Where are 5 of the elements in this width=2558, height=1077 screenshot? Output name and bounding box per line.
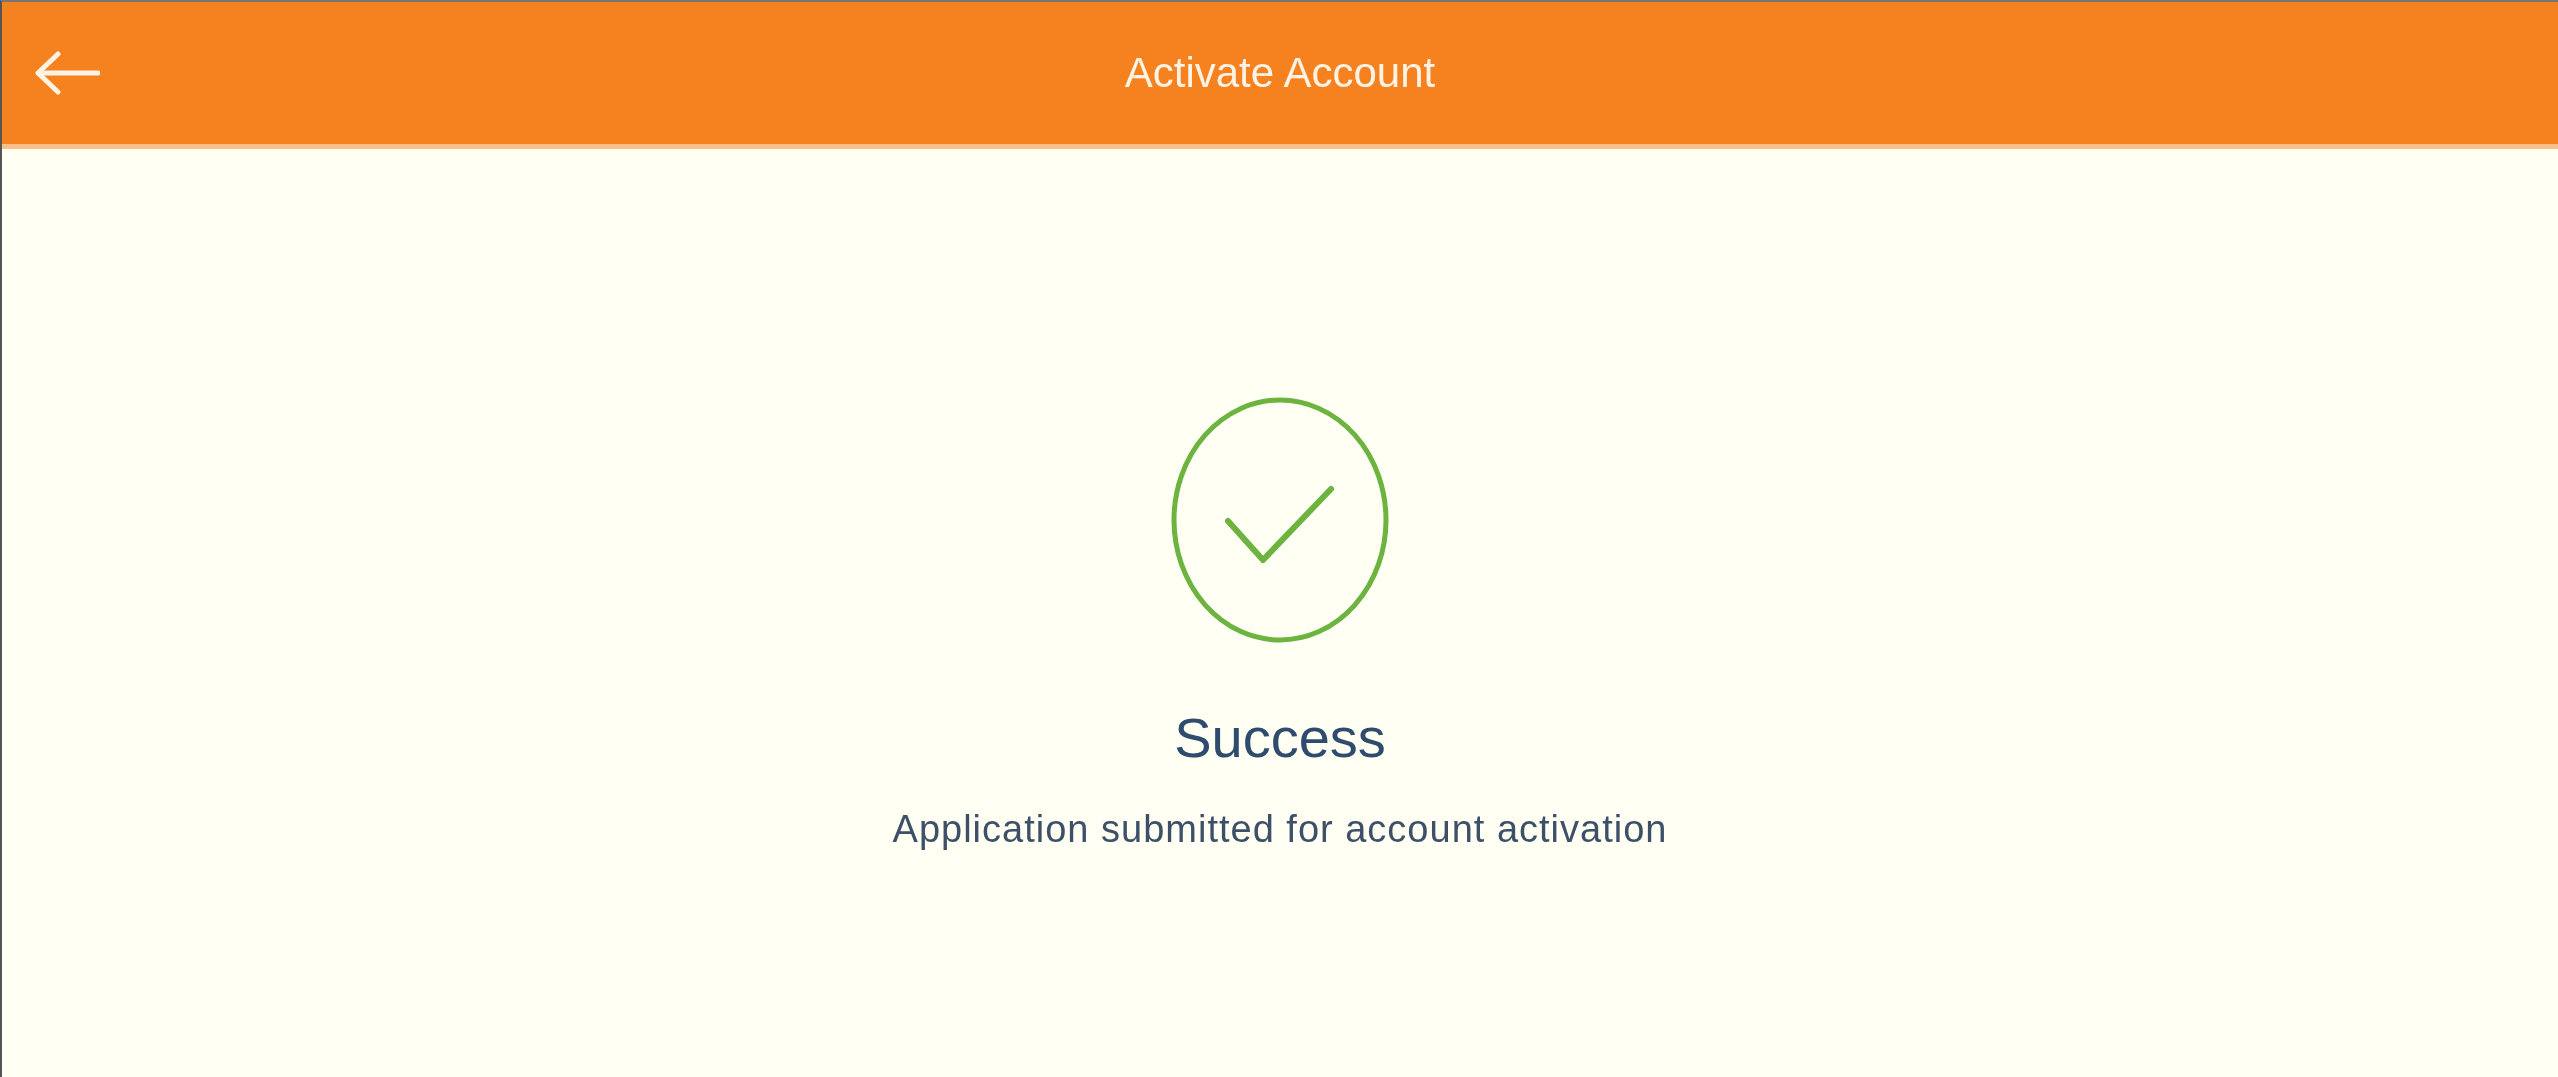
success-title: Success	[1174, 705, 1386, 770]
header-title: Activate Account	[1124, 49, 1436, 97]
success-check-icon	[1171, 397, 1389, 643]
back-arrow-icon	[34, 51, 100, 95]
success-message: Application submitted for account activation	[892, 808, 1668, 851]
